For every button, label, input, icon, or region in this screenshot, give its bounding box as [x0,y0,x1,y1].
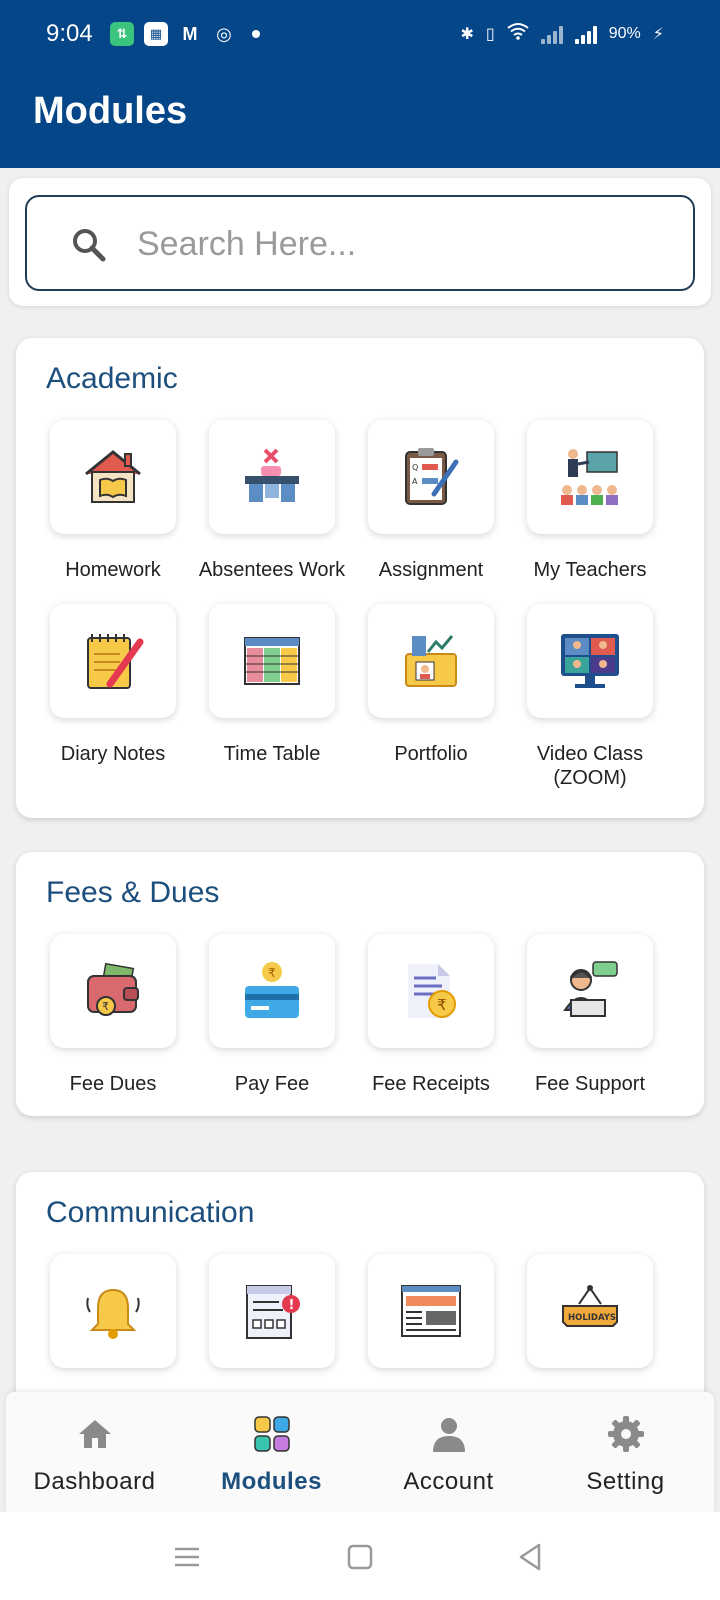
gear-icon [607,1416,644,1452]
charging-icon: ⚡ [652,25,664,43]
holidays-icon: HOLIDAYS [562,1285,618,1327]
assignment-icon: Q A [405,448,459,505]
notification-bell-icon [86,1288,140,1339]
fee-dues-icon: ₹ [87,962,139,1016]
bluetooth-icon: ✱ [460,25,474,43]
absentees-work-icon [245,448,299,502]
recent-apps-icon[interactable] [172,1542,202,1572]
portfolio-icon [405,635,457,687]
search-icon [73,229,106,262]
module-diary-notes[interactable]: Diary Notes [32,604,194,766]
section-title: Academic [46,362,178,395]
module-news[interactable] [350,1254,512,1392]
nav-account[interactable]: Account [360,1392,537,1512]
diary-notes-icon [87,634,144,689]
vibrate-icon: ▯ [485,25,495,43]
time-table-icon [244,637,300,685]
module-fee-dues[interactable]: ₹ Fee Dues [32,934,194,1096]
module-fee-support[interactable]: Fee Support [509,934,671,1096]
battery-level: 90% [608,24,641,42]
home-icon [78,1420,111,1448]
signal-icon [540,24,563,44]
account-icon [432,1418,465,1452]
sync-notification-icon: ◎ [216,23,232,44]
svg-text:₹: ₹ [437,996,447,1014]
module-fee-receipts[interactable]: ₹ Fee Receipts [350,934,512,1096]
module-notifications[interactable] [32,1254,194,1392]
wifi-icon [507,22,529,45]
app-header: 9:04 ⇅ ▦ M ◎ ✱ ▯ 90% ⚡ Modules [0,0,720,168]
bottom-navigation: Dashboard Modules Account Setting [6,1392,714,1512]
module-video-class[interactable]: Video Class (ZOOM) [509,604,671,790]
back-icon[interactable] [515,1542,545,1572]
svg-text:Q: Q [412,463,418,472]
search-box[interactable] [25,195,695,291]
app-notification-icon: ⇅ [110,22,134,46]
status-time: 9:04 [46,20,93,47]
module-assignment[interactable]: Q A Assignment [350,420,512,582]
module-notice-board[interactable]: ! [191,1254,353,1392]
module-pay-fee[interactable]: ₹ Pay Fee [191,934,353,1096]
module-absentees-work[interactable]: Absentees Work [191,420,353,582]
module-holidays[interactable]: HOLIDAYS [509,1254,671,1392]
m-app-notification-icon: M [182,23,198,44]
system-navigation-bar [0,1512,720,1600]
teachers-icon [561,449,618,505]
module-portfolio[interactable]: Portfolio [350,604,512,766]
fees-dues-section: Fees & Dues ₹ Fee Dues ₹ Pay Fee ₹ Fee R… [16,852,704,1116]
pay-fee-icon: ₹ [245,962,299,1018]
nav-dashboard[interactable]: Dashboard [6,1392,183,1512]
section-title: Communication [46,1196,255,1229]
video-class-icon [561,634,619,688]
academic-section: Academic Homework Absentees Work Q A Ass… [16,338,704,818]
svg-text:!: ! [289,1298,295,1313]
svg-text:₹: ₹ [268,966,276,980]
page-title: Modules [33,90,188,132]
search-card [9,178,711,306]
svg-text:A: A [412,477,418,486]
fee-support-icon [563,961,618,1017]
notice-board-icon: ! [246,1285,300,1339]
signal-roaming-icon [574,24,597,44]
nav-setting[interactable]: Setting [537,1392,714,1512]
homework-icon [85,450,141,503]
more-notifications-icon [252,30,260,38]
home-button-icon[interactable] [345,1542,375,1572]
svg-text:₹: ₹ [102,1000,109,1013]
nav-modules[interactable]: Modules [183,1392,360,1512]
module-time-table[interactable]: Time Table [191,604,353,766]
news-icon [401,1285,461,1337]
fee-receipts-icon: ₹ [408,964,456,1018]
section-title: Fees & Dues [46,876,220,909]
calendar-notification-icon: ▦ [144,22,168,46]
status-bar: 9:04 ⇅ ▦ M ◎ ✱ ▯ 90% ⚡ [0,0,720,72]
module-homework[interactable]: Homework [32,420,194,582]
search-input[interactable] [137,219,657,269]
modules-icon [253,1416,290,1452]
module-my-teachers[interactable]: My Teachers [509,420,671,582]
svg-text:HOLIDAYS: HOLIDAYS [568,1313,616,1323]
